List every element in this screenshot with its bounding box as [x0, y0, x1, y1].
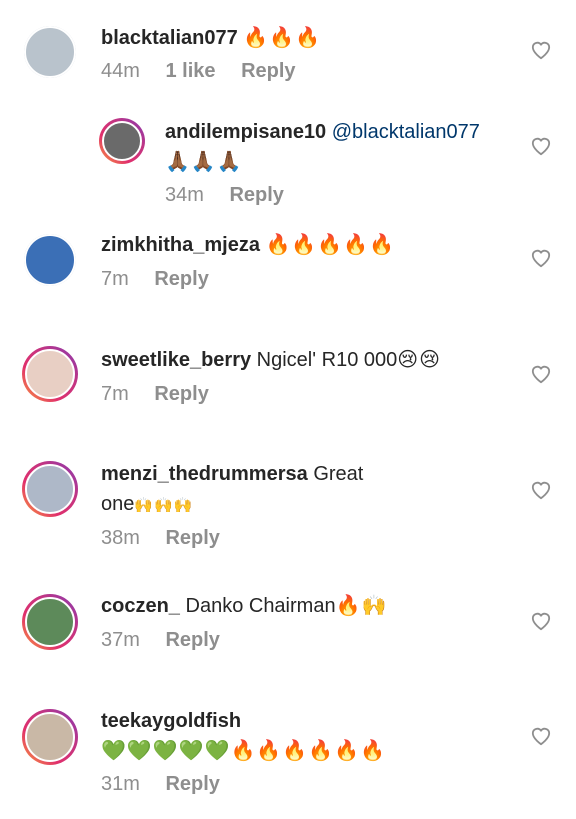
comment-emoji: 💚💚💚💚💚🔥🔥🔥🔥🔥🔥 [101, 740, 386, 762]
like-heart-icon[interactable] [530, 136, 552, 156]
comment-emoji: 🔥🙌 [335, 595, 388, 617]
comment-emoji: 🙏🏾🙏🏾🙏🏾 [165, 151, 243, 173]
comment-body: menzi_thedrummersa Great one🙌🙌🙌 [101, 459, 401, 521]
comment-body: zimkhitha_mjeza 🔥🔥🔥🔥🔥 [101, 230, 395, 260]
comment-item: teekaygoldfish 💚💚💚💚💚🔥🔥🔥🔥🔥🔥 31m Reply [0, 695, 576, 819]
timestamp: 37m [101, 629, 140, 651]
comment-text: Ngicel' R10 000 [256, 349, 398, 371]
like-heart-icon[interactable] [530, 480, 552, 500]
comment-text: one [101, 493, 135, 515]
comment-item: sweetlike_berry Ngicel' R10 000😢😢 7m Rep… [0, 330, 576, 445]
like-heart-icon[interactable] [530, 248, 552, 268]
like-heart-icon[interactable] [530, 611, 552, 631]
timestamp: 7m [101, 383, 129, 405]
timestamp: 7m [101, 268, 129, 290]
timestamp: 44m [101, 60, 140, 82]
avatar[interactable] [22, 594, 78, 650]
comment-meta: 44m 1 like Reply [101, 60, 316, 83]
avatar[interactable] [22, 461, 78, 517]
comment-body: coczen_ Danko Chairman🔥🙌 [101, 591, 387, 621]
comment-body: blacktalian077 🔥🔥🔥 [101, 23, 321, 53]
like-heart-icon[interactable] [530, 726, 552, 746]
reply-button[interactable]: Reply [241, 60, 295, 82]
comment-item: menzi_thedrummersa Great one🙌🙌🙌 38m Repl… [0, 445, 576, 580]
avatar[interactable] [22, 709, 78, 765]
username-link[interactable]: coczen_ [101, 595, 180, 617]
username-link[interactable]: sweetlike_berry [101, 349, 251, 371]
comment-meta: 34m Reply [165, 184, 304, 207]
comment-item: coczen_ Danko Chairman🔥🙌 37m Reply [0, 580, 576, 695]
reply-button[interactable]: Reply [154, 383, 208, 405]
timestamp: 34m [165, 184, 204, 206]
reply-button[interactable]: Reply [154, 268, 208, 290]
comment-emoji: 🔥🔥🔥🔥🔥 [265, 234, 396, 256]
comment-meta: 7m Reply [101, 268, 229, 291]
comment-emoji: 🔥🔥🔥 [243, 27, 322, 49]
username-link[interactable]: teekaygoldfish [101, 710, 241, 732]
comment-text: Great [313, 463, 364, 485]
reply-button[interactable]: Reply [229, 184, 283, 206]
avatar[interactable] [99, 118, 145, 164]
avatar[interactable] [24, 26, 76, 78]
comment-item: blacktalian077 🔥🔥🔥 44m 1 like Reply [0, 0, 576, 110]
username-link[interactable]: menzi_thedrummersa [101, 463, 308, 485]
comment-body: sweetlike_berry Ngicel' R10 000😢😢 [101, 345, 441, 375]
timestamp: 31m [101, 773, 140, 795]
comment-meta: 38m Reply [101, 527, 240, 550]
like-heart-icon[interactable] [530, 364, 552, 384]
reply-button[interactable]: Reply [165, 629, 219, 651]
mention-link[interactable]: @blacktalian077 [332, 121, 480, 143]
comment-meta: 31m Reply [101, 773, 240, 796]
reply-button[interactable]: Reply [165, 773, 219, 795]
comment-body: andilempisane10 @blacktalian077 🙏🏾🙏🏾🙏🏾 [165, 117, 525, 177]
comment-text: Danko Chairman [185, 595, 336, 617]
comment-body: teekaygoldfish 💚💚💚💚💚🔥🔥🔥🔥🔥🔥 [101, 706, 521, 766]
timestamp: 38m [101, 527, 140, 549]
comment-emoji: 🙌🙌🙌 [134, 497, 194, 514]
comment-meta: 7m Reply [101, 383, 229, 406]
username-link[interactable]: andilempisane10 [165, 121, 326, 143]
avatar[interactable] [24, 234, 76, 286]
username-link[interactable]: blacktalian077 [101, 27, 238, 49]
comment-emoji: 😢😢 [397, 349, 441, 371]
comment-item: zimkhitha_mjeza 🔥🔥🔥🔥🔥 7m Reply [0, 220, 576, 330]
reply-button[interactable]: Reply [165, 527, 219, 549]
like-count[interactable]: 1 like [165, 60, 215, 82]
comment-item: andilempisane10 @blacktalian077 🙏🏾🙏🏾🙏🏾 3… [0, 110, 576, 220]
username-link[interactable]: zimkhitha_mjeza [101, 234, 260, 256]
like-heart-icon[interactable] [530, 40, 552, 60]
avatar[interactable] [22, 346, 78, 402]
comment-meta: 37m Reply [101, 629, 240, 652]
